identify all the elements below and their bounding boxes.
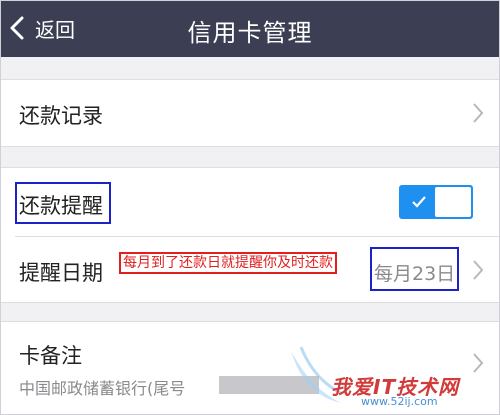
reminder-date-row[interactable]: 提醒日期 每月到了还款日就提醒你及时还款 每月23日 [1, 237, 499, 303]
reminder-highlight-box [15, 182, 111, 224]
page-title: 信用卡管理 [187, 19, 313, 47]
reminder-group: 还款提醒 提醒日期 每月到了还款日就提醒你及时还款 每月23日 [1, 167, 499, 303]
repayment-records-row[interactable]: 还款记录 [1, 79, 499, 147]
app-screen: 返回 信用卡管理 还款记录 还款提醒 提醒日期 每月到了还款日就提醒你及时还款 … [0, 0, 500, 415]
date-highlight-box [370, 247, 459, 291]
annotation-callout: 每月到了还款日就提醒你及时还款 [119, 252, 337, 274]
reminder-toggle[interactable] [399, 185, 473, 219]
nav-header: 返回 信用卡管理 [1, 1, 499, 57]
toggle-knob [435, 187, 471, 217]
watermark: 我爱IT技术网 www.52ij.com [283, 343, 497, 413]
watermark-url: www.52ij.com [361, 395, 438, 408]
repayment-records-label: 还款记录 [19, 104, 103, 128]
reminder-date-label: 提醒日期 [19, 261, 103, 285]
chevron-right-icon [471, 102, 485, 124]
card-note-label: 卡备注 [19, 344, 82, 368]
chevron-right-icon [471, 259, 485, 281]
card-note-subtext: 中国邮政储蓄银行(尾号 [19, 379, 186, 398]
check-icon [412, 196, 426, 208]
